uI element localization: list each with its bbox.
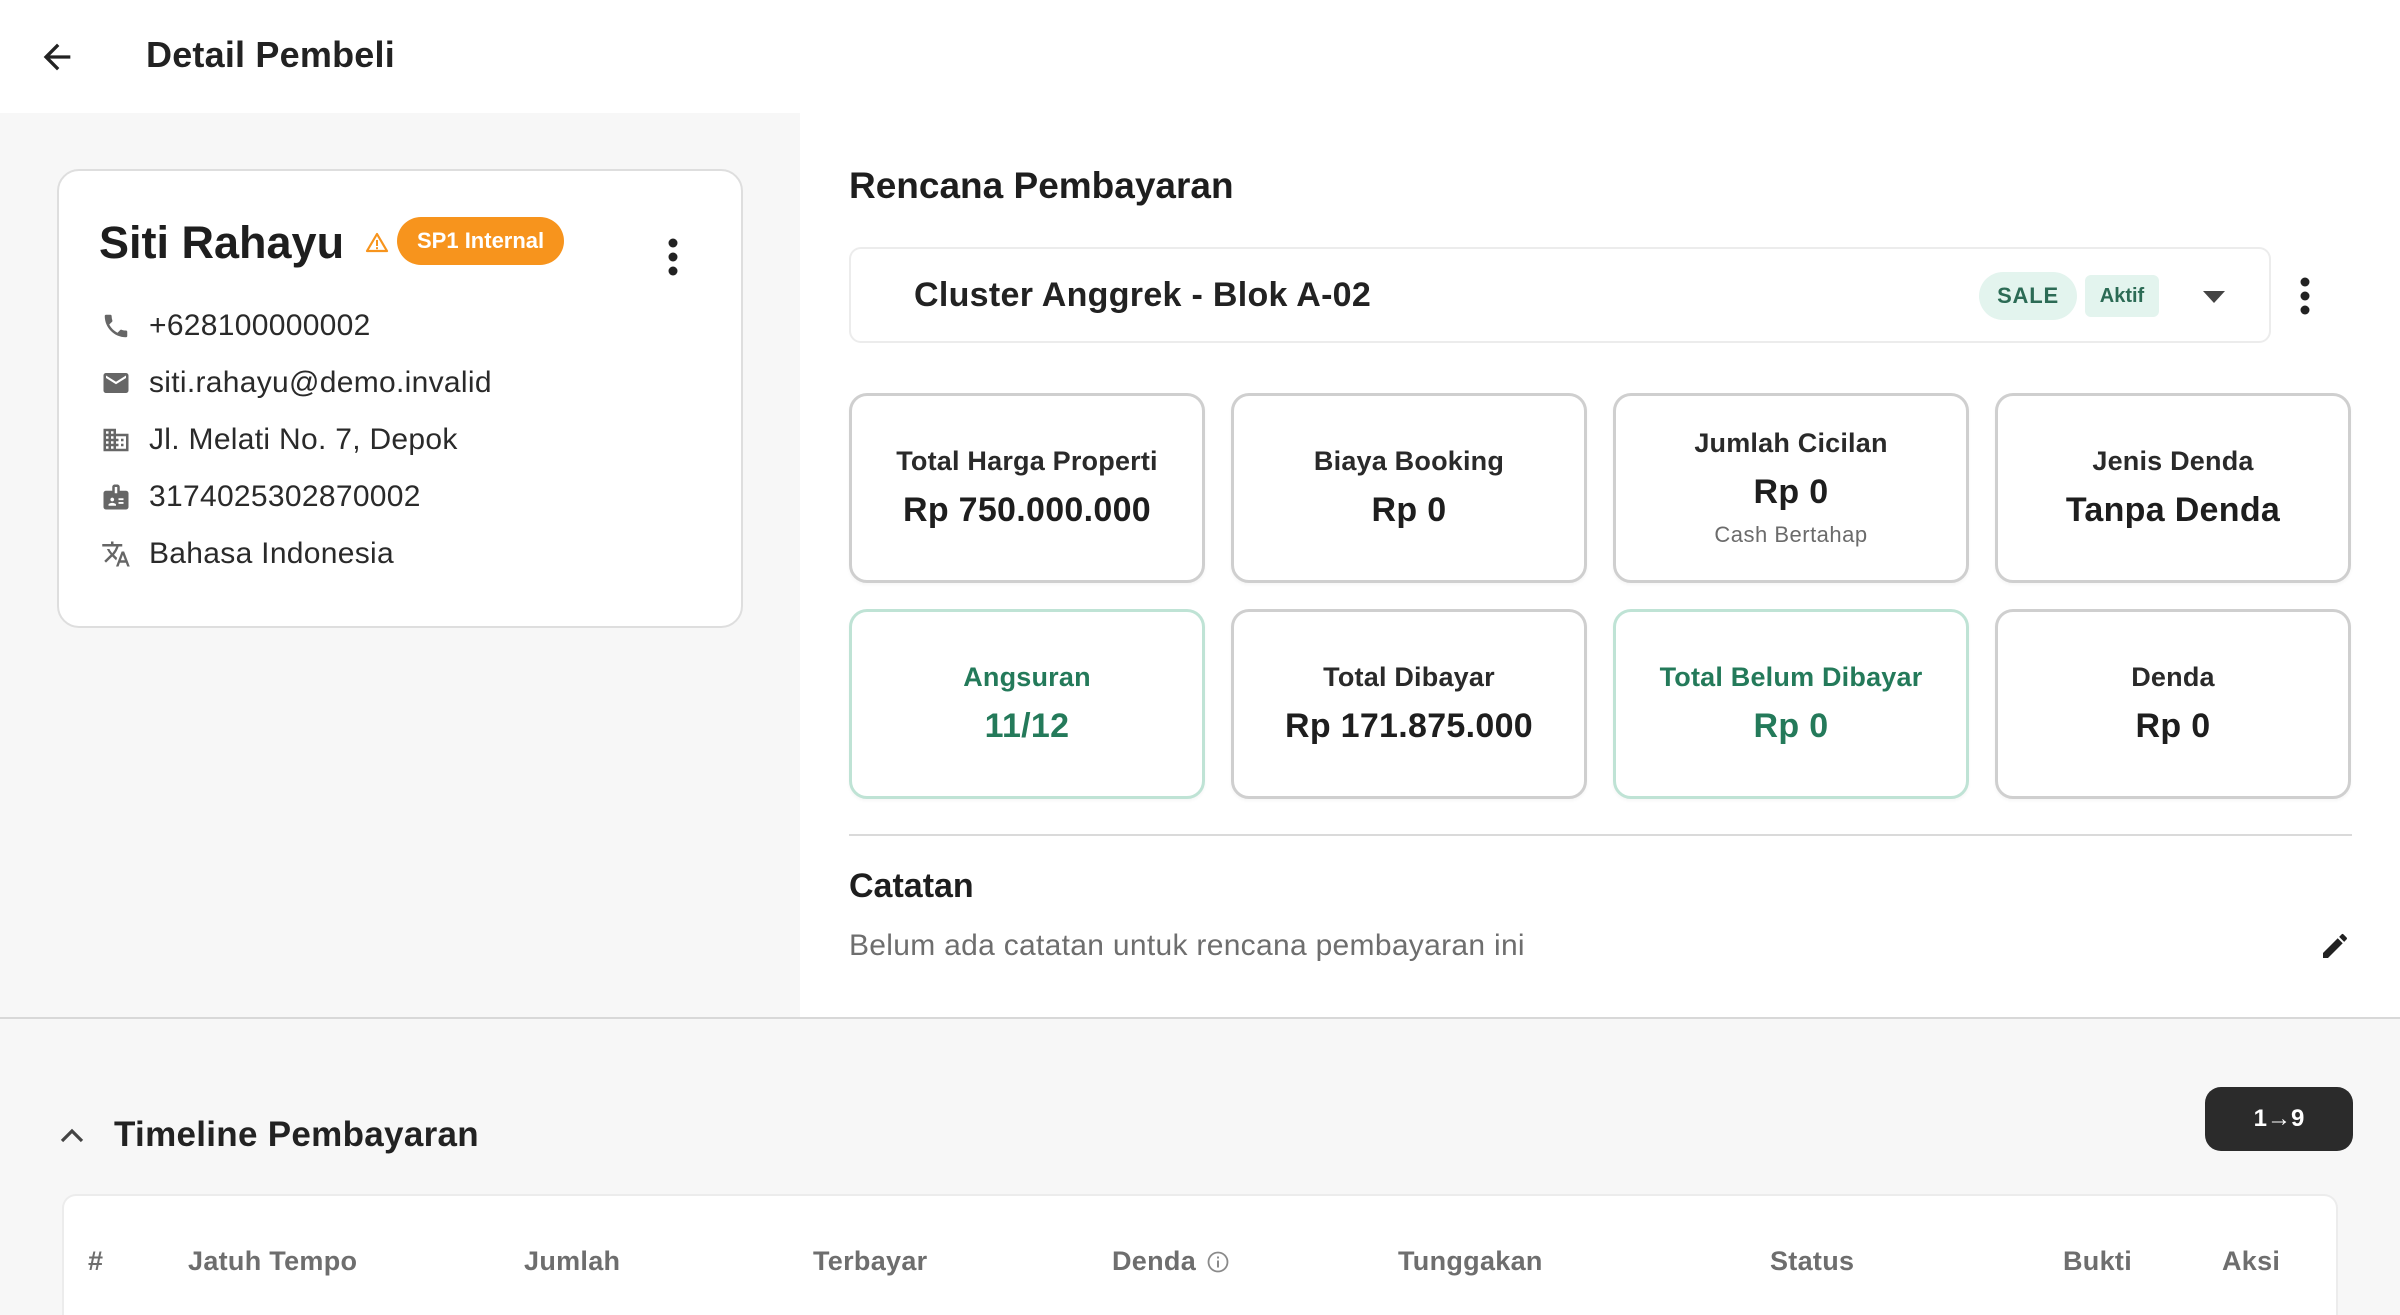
timeline-title: Timeline Pembayaran [114, 1115, 479, 1154]
dropdown-toggle[interactable] [2199, 285, 2229, 309]
buyer-card: Siti Rahayu SP1 Internal +628100000002 s… [57, 169, 743, 628]
app-bar: Detail Pembeli [0, 0, 2400, 113]
sort-button[interactable]: 1→9 [2205, 1087, 2353, 1151]
id-row: 3174025302870002 [99, 480, 421, 514]
stat-booking-fee: Biaya Booking Rp 0 [1231, 393, 1587, 583]
stat-value: Rp 750.000.000 [902, 491, 1152, 529]
arrow-drop-down-icon [2203, 291, 2225, 303]
buyer-address: Jl. Melati No. 7, Depok [149, 423, 458, 456]
plan-section-title: Rencana Pembayaran [849, 165, 1234, 206]
column-header: # [88, 1246, 104, 1276]
plan-menu-button[interactable] [2285, 268, 2325, 324]
column-header-penalty: Denda [1112, 1246, 1230, 1277]
address-row: Jl. Melati No. 7, Depok [99, 423, 458, 457]
collapse-timeline-button[interactable] [52, 1115, 92, 1155]
buyer-name: Siti Rahayu [99, 217, 345, 268]
buyer-menu-button[interactable] [649, 227, 697, 287]
plan-status-chip: Aktif [2085, 275, 2159, 317]
stat-label: Jumlah Cicilan [1694, 428, 1888, 458]
stat-label: Total Dibayar [1323, 662, 1495, 692]
column-header: Bukti [2063, 1246, 2132, 1276]
language-row: Bahasa Indonesia [99, 537, 394, 571]
stat-installment-amount: Jumlah Cicilan Rp 0 Cash Bertahap [1613, 393, 1969, 583]
building-icon [99, 423, 133, 457]
page-title: Detail Pembeli [146, 34, 395, 75]
plan-type-chip: SALE [1979, 272, 2077, 320]
stat-value: Rp 0 [2135, 707, 2211, 745]
stat-installments: Angsuran 11/12 [849, 609, 1205, 799]
plan-name: Cluster Anggrek - Blok A-02 [914, 276, 1372, 314]
payment-plan-panel: Rencana Pembayaran Cluster Anggrek - Blo… [800, 113, 2400, 1017]
plan-selector[interactable]: Cluster Anggrek - Blok A-02 SALE Aktif [849, 247, 2271, 343]
more-vert-icon [668, 238, 678, 276]
stat-label: Denda [2131, 662, 2215, 692]
buyer-language: Bahasa Indonesia [149, 537, 394, 570]
stat-penalty-type: Jenis Denda Tanpa Denda [1995, 393, 2351, 583]
edit-icon [2323, 933, 2347, 958]
stat-label: Angsuran [963, 662, 1091, 692]
back-button[interactable] [30, 30, 84, 84]
left-panel: Siti Rahayu SP1 Internal +628100000002 s… [0, 113, 800, 1017]
column-header: Status [1770, 1246, 1855, 1276]
stat-value: Rp 0 [1371, 491, 1447, 529]
stat-penalty: Denda Rp 0 [1995, 609, 2351, 799]
stat-value: Tanpa Denda [2065, 491, 2281, 529]
more-vert-icon [2300, 277, 2310, 315]
column-header: Aksi [2222, 1246, 2281, 1276]
timeline-section: Timeline Pembayaran 1→9 # Jatuh Tempo Ju… [0, 1017, 2400, 1315]
column-header: Tunggakan [1398, 1246, 1543, 1276]
column-header: Terbayar [813, 1246, 928, 1276]
timeline-table: # Jatuh Tempo Jumlah Terbayar Denda Tung… [62, 1194, 2338, 1315]
stat-total-unpaid: Total Belum Dibayar Rp 0 [1613, 609, 1969, 799]
stat-label: Total Belum Dibayar [1659, 662, 1923, 692]
column-header: Denda [1112, 1246, 1197, 1276]
buyer-id-number: 3174025302870002 [149, 480, 421, 513]
stat-value: Rp 0 [1753, 707, 1829, 745]
buyer-email: siti.rahayu@demo.invalid [149, 366, 492, 399]
buyer-phone: +628100000002 [149, 309, 371, 342]
stat-value: Rp 171.875.000 [1284, 707, 1534, 745]
divider [849, 834, 2352, 836]
stat-total-price: Total Harga Properti Rp 750.000.000 [849, 393, 1205, 583]
edit-notes-button[interactable] [2313, 924, 2357, 968]
stat-total-paid: Total Dibayar Rp 171.875.000 [1231, 609, 1587, 799]
info-icon[interactable] [1206, 1250, 1230, 1274]
status-badge: SP1 Internal [397, 217, 565, 265]
column-header: Jumlah [524, 1246, 621, 1276]
stat-label: Jenis Denda [2092, 446, 2254, 476]
stat-subtext: Cash Bertahap [1714, 522, 1868, 547]
phone-icon [99, 309, 133, 343]
stat-value: 11/12 [984, 707, 1070, 745]
notes-empty-text: Belum ada catatan untuk rencana pembayar… [849, 929, 1525, 962]
stat-label: Total Harga Properti [896, 446, 1158, 476]
translate-icon [99, 537, 133, 571]
email-icon [99, 366, 133, 400]
stat-value: Rp 0 [1753, 473, 1829, 511]
stat-label: Biaya Booking [1313, 446, 1505, 476]
phone-row: +628100000002 [99, 309, 371, 343]
email-row: siti.rahayu@demo.invalid [99, 366, 492, 400]
chevron-up-icon [60, 1128, 84, 1143]
column-header: Jatuh Tempo [188, 1246, 358, 1276]
id-card-icon [99, 480, 133, 514]
notes-title: Catatan [849, 867, 974, 905]
arrow-back-icon [43, 43, 71, 71]
warning-icon [365, 232, 389, 253]
